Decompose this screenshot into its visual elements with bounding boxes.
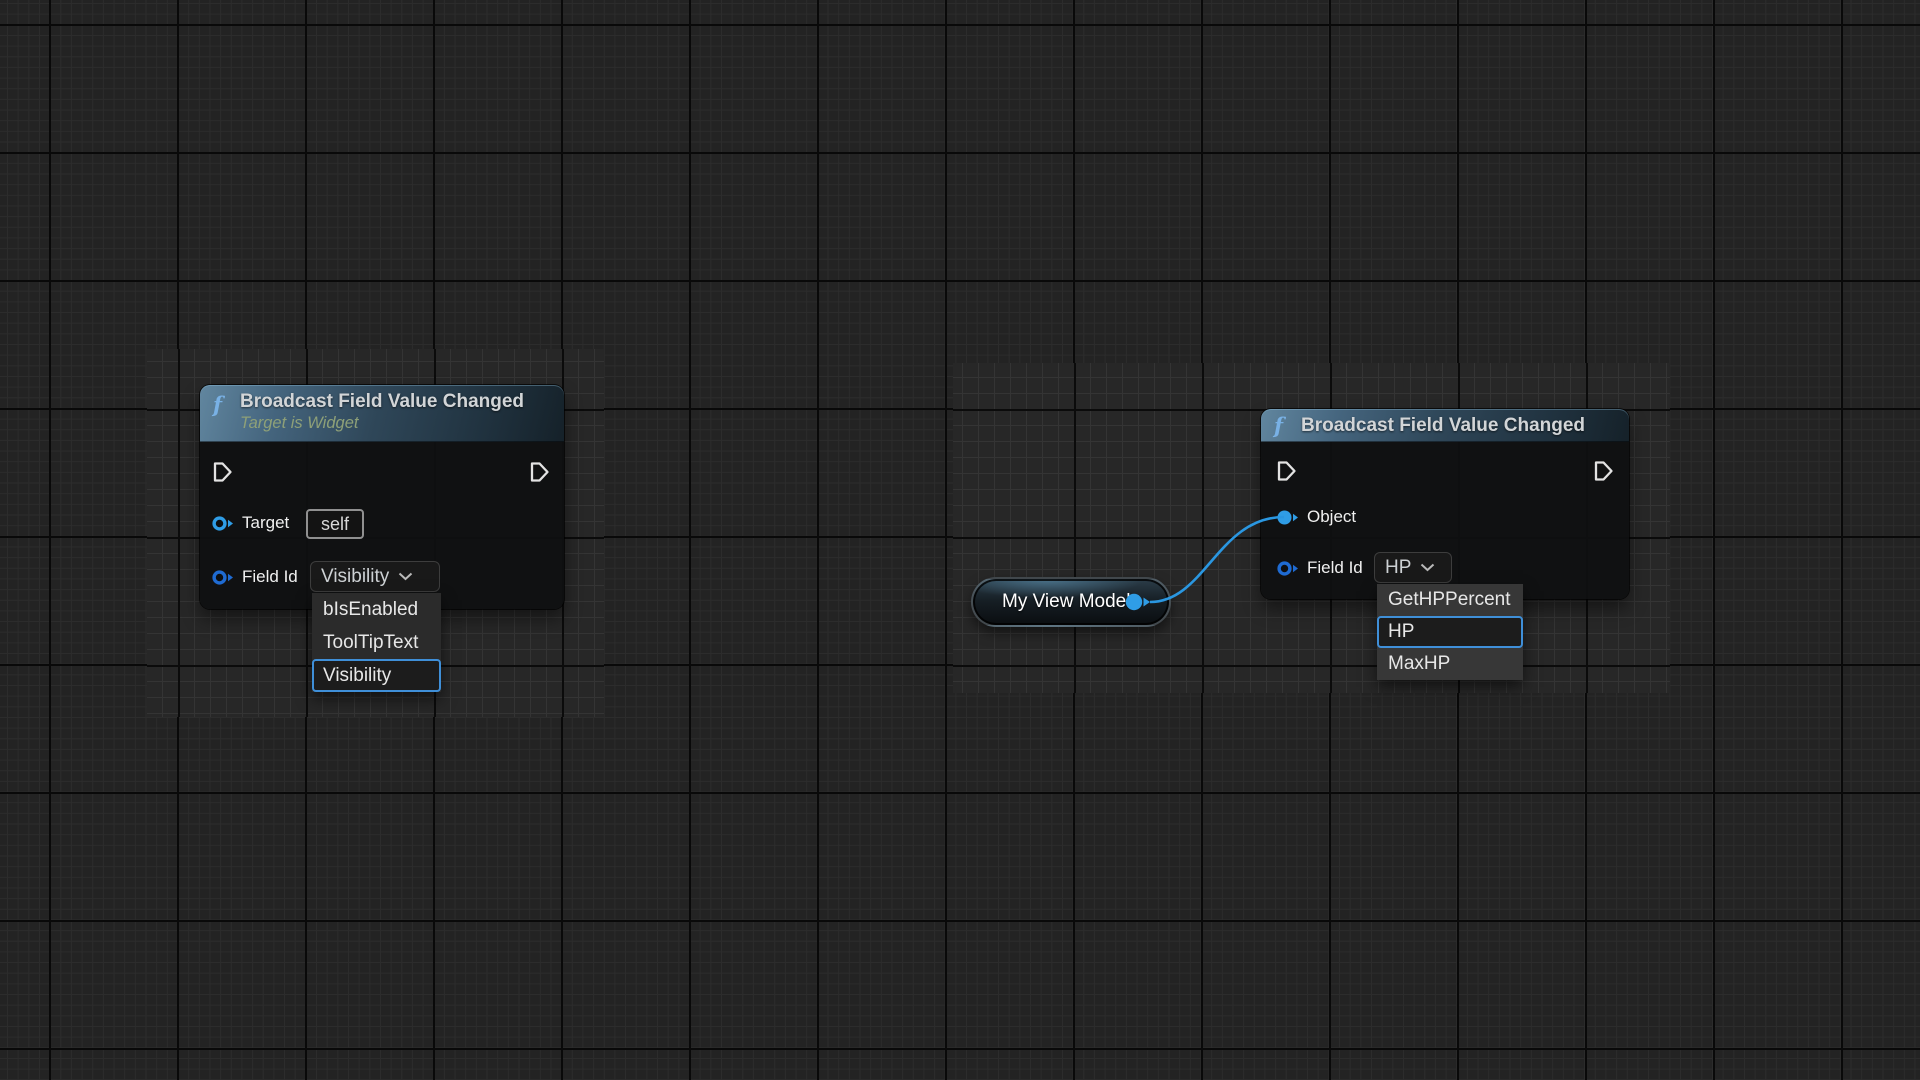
target-pin-label: Target bbox=[242, 513, 289, 533]
target-pin-icon[interactable] bbox=[211, 515, 237, 532]
node-broadcast-field-value-changed-right[interactable]: f Broadcast Field Value Changed Object F… bbox=[1261, 409, 1629, 599]
exec-input-pin-icon[interactable] bbox=[1275, 459, 1298, 483]
chevron-down-icon bbox=[398, 572, 413, 581]
field-id-pin-label: Field Id bbox=[242, 567, 298, 587]
getter-node-label: My View Model bbox=[1002, 579, 1130, 625]
field-id-combo-value: Visibility bbox=[321, 566, 389, 588]
exec-input-pin-icon[interactable] bbox=[211, 460, 234, 484]
target-value-field[interactable]: self bbox=[306, 509, 364, 539]
object-pin-label: Object bbox=[1307, 507, 1356, 527]
chevron-down-icon bbox=[1420, 563, 1435, 572]
exec-output-pin-icon[interactable] bbox=[528, 460, 551, 484]
dropdown-item[interactable]: bIsEnabled bbox=[312, 593, 441, 626]
object-pin-icon[interactable] bbox=[1276, 509, 1302, 526]
dropdown-item-selected[interactable]: Visibility bbox=[312, 659, 441, 692]
node-broadcast-field-value-changed-left[interactable]: f Broadcast Field Value Changed Target i… bbox=[200, 385, 564, 609]
function-icon: f bbox=[1274, 413, 1283, 438]
blueprint-graph-canvas[interactable]: f Broadcast Field Value Changed Target i… bbox=[0, 0, 1920, 1080]
target-value-text: self bbox=[321, 514, 349, 535]
field-id-combo[interactable]: Visibility bbox=[310, 561, 440, 592]
field-id-dropdown-menu-left: bIsEnabled ToolTipText Visibility bbox=[312, 593, 441, 692]
node-title: Broadcast Field Value Changed bbox=[240, 391, 552, 413]
dropdown-item-selected[interactable]: HP bbox=[1377, 616, 1523, 648]
function-icon: f bbox=[213, 392, 222, 417]
node-header[interactable]: f Broadcast Field Value Changed bbox=[1261, 409, 1629, 442]
field-id-combo-value: HP bbox=[1385, 557, 1411, 579]
node-header[interactable]: f Broadcast Field Value Changed Target i… bbox=[200, 385, 564, 442]
dropdown-item[interactable]: ToolTipText bbox=[312, 626, 441, 659]
field-id-pin-icon[interactable] bbox=[1276, 560, 1302, 577]
field-id-dropdown-menu-right: GetHPPercent HP MaxHP bbox=[1377, 584, 1523, 680]
dropdown-item[interactable]: MaxHP bbox=[1377, 648, 1523, 680]
field-id-combo[interactable]: HP bbox=[1374, 552, 1452, 583]
exec-output-pin-icon[interactable] bbox=[1592, 459, 1615, 483]
output-pin-icon[interactable] bbox=[1123, 592, 1155, 616]
node-my-view-model-getter[interactable]: My View Model bbox=[971, 577, 1171, 627]
field-id-pin-label: Field Id bbox=[1307, 558, 1363, 578]
dropdown-item[interactable]: GetHPPercent bbox=[1377, 584, 1523, 616]
node-title: Broadcast Field Value Changed bbox=[1301, 415, 1585, 437]
node-subtitle: Target is Widget bbox=[240, 414, 552, 433]
field-id-pin-icon[interactable] bbox=[211, 569, 237, 586]
